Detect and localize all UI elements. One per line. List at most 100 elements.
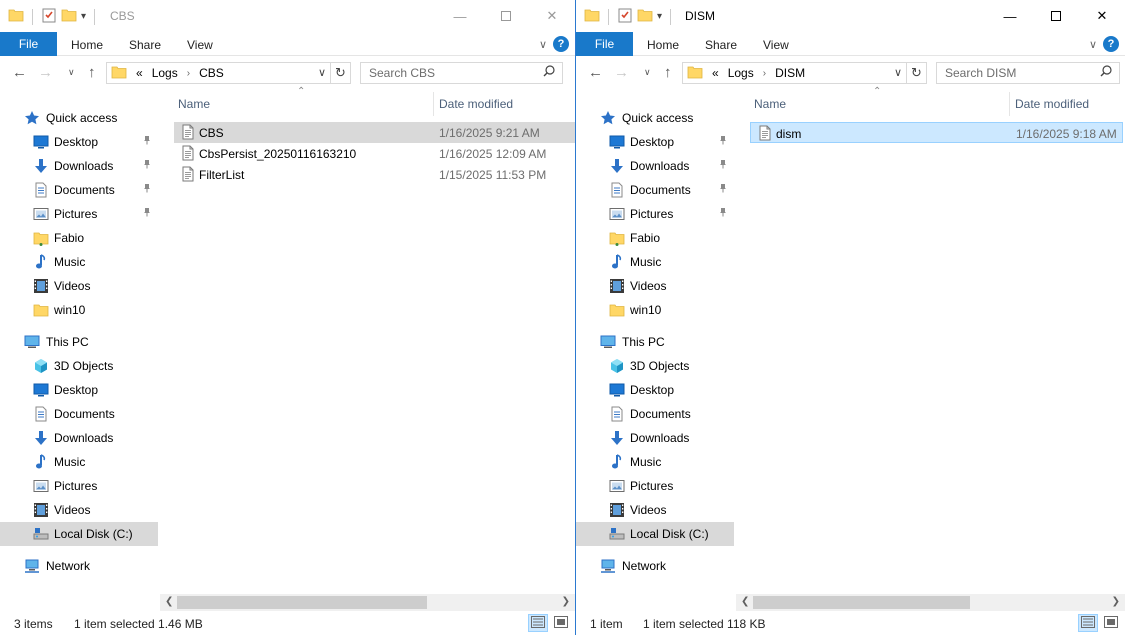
close-button[interactable]: ✕ <box>1079 0 1125 32</box>
address-bar[interactable]: « Logs › CBS ∨ <box>106 62 331 84</box>
tab-share[interactable]: Share <box>129 38 161 52</box>
nav-pc-item[interactable]: Downloads <box>576 426 734 450</box>
nav-quick-item[interactable]: win10 <box>576 298 734 322</box>
refresh-button[interactable]: ↻ <box>907 62 927 84</box>
nav-pc-item[interactable]: 3D Objects <box>0 354 158 378</box>
nav-quick-item[interactable]: Downloads <box>576 154 734 178</box>
file-row[interactable]: dism 1/16/2025 9:18 AM <box>750 122 1123 143</box>
refresh-button[interactable]: ↻ <box>331 62 351 84</box>
close-button[interactable]: ✕ <box>529 0 575 32</box>
nav-pc-item[interactable]: Pictures <box>576 474 734 498</box>
nav-this-pc[interactable]: This PC <box>576 330 734 354</box>
nav-pc-item[interactable]: Downloads <box>0 426 158 450</box>
scroll-right-icon[interactable]: ❯ <box>562 596 570 607</box>
nav-quick-item[interactable]: Fabio <box>576 226 734 250</box>
expand-ribbon-icon[interactable]: ∨ <box>539 38 547 51</box>
minimize-button[interactable]: — <box>437 0 483 32</box>
nav-pc-item[interactable]: Music <box>576 450 734 474</box>
customize-toolbar-icon[interactable]: ▾ <box>657 11 662 22</box>
nav-network[interactable]: Network <box>576 554 734 578</box>
maximize-button[interactable] <box>1033 0 1079 32</box>
nav-pc-item[interactable]: Videos <box>576 498 734 522</box>
address-dropdown-icon[interactable]: ∨ <box>894 66 902 79</box>
nav-quick-item[interactable]: Pictures <box>0 202 158 226</box>
nav-quick-item[interactable]: Videos <box>576 274 734 298</box>
tab-view[interactable]: View <box>187 38 213 52</box>
nav-quick-item[interactable]: Documents <box>576 178 734 202</box>
tab-home[interactable]: Home <box>647 38 679 52</box>
recent-locations-icon[interactable]: ∨ <box>68 67 75 78</box>
forward-arrow-icon[interactable]: → <box>614 64 629 81</box>
new-folder-icon[interactable] <box>61 7 77 26</box>
back-arrow-icon[interactable]: ← <box>12 64 27 81</box>
tab-file[interactable]: File <box>0 32 57 56</box>
large-icons-view-button[interactable] <box>1101 614 1121 632</box>
nav-pc-item[interactable]: 3D Objects <box>576 354 734 378</box>
scroll-thumb[interactable] <box>177 596 427 609</box>
details-view-button[interactable] <box>1078 614 1098 632</box>
properties-icon[interactable] <box>41 7 57 26</box>
scroll-left-icon[interactable]: ❮ <box>741 596 749 607</box>
breadcrumb-overflow[interactable]: « <box>136 66 143 80</box>
maximize-button[interactable] <box>483 0 529 32</box>
file-row[interactable]: FilterList 1/15/2025 11:53 PM <box>174 164 575 185</box>
nav-pc-item[interactable]: Videos <box>0 498 158 522</box>
search-icon[interactable] <box>1100 65 1112 80</box>
minimize-button[interactable]: — <box>987 0 1033 32</box>
column-divider[interactable] <box>433 92 434 116</box>
nav-pc-item[interactable]: Local Disk (C:) <box>576 522 734 546</box>
nav-quick-item[interactable]: Desktop <box>576 130 734 154</box>
search-input[interactable]: Search CBS <box>360 62 563 84</box>
breadcrumb-item[interactable]: Logs <box>728 66 754 80</box>
nav-pc-item[interactable]: Pictures <box>0 474 158 498</box>
help-icon[interactable]: ? <box>553 36 569 52</box>
column-divider[interactable] <box>1009 92 1010 116</box>
column-date-modified[interactable]: Date modified <box>1015 97 1089 111</box>
properties-icon[interactable] <box>617 7 633 26</box>
breadcrumb-item[interactable]: Logs <box>152 66 178 80</box>
details-view-button[interactable] <box>528 614 548 632</box>
nav-quick-access[interactable]: Quick access <box>576 106 734 130</box>
nav-network[interactable]: Network <box>0 554 158 578</box>
new-folder-icon[interactable] <box>637 7 653 26</box>
nav-pc-item[interactable]: Documents <box>576 402 734 426</box>
column-name[interactable]: Name <box>754 97 786 111</box>
address-bar[interactable]: « Logs › DISM ∨ <box>682 62 907 84</box>
customize-toolbar-icon[interactable]: ▾ <box>81 11 86 22</box>
search-icon[interactable] <box>543 65 555 80</box>
nav-pc-item[interactable]: Documents <box>0 402 158 426</box>
breadcrumb-overflow[interactable]: « <box>712 66 719 80</box>
file-row[interactable]: CbsPersist_20250116163210 1/16/2025 12:09… <box>174 143 575 164</box>
nav-quick-item[interactable]: Pictures <box>576 202 734 226</box>
expand-ribbon-icon[interactable]: ∨ <box>1089 38 1097 51</box>
horizontal-scrollbar[interactable]: ❮ ❯ <box>160 594 575 611</box>
nav-this-pc[interactable]: This PC <box>0 330 158 354</box>
search-input[interactable]: Search DISM <box>936 62 1120 84</box>
nav-pc-item[interactable]: Local Disk (C:) <box>0 522 158 546</box>
recent-locations-icon[interactable]: ∨ <box>644 67 651 78</box>
nav-quick-item[interactable]: Music <box>576 250 734 274</box>
scroll-left-icon[interactable]: ❮ <box>165 596 173 607</box>
nav-quick-item[interactable]: Desktop <box>0 130 158 154</box>
nav-quick-item[interactable]: Music <box>0 250 158 274</box>
nav-pc-item[interactable]: Desktop <box>0 378 158 402</box>
scroll-thumb[interactable] <box>753 596 970 609</box>
back-arrow-icon[interactable]: ← <box>588 64 603 81</box>
horizontal-scrollbar[interactable]: ❮ ❯ <box>736 594 1125 611</box>
up-arrow-icon[interactable]: ↑ <box>88 64 96 81</box>
nav-quick-item[interactable]: Videos <box>0 274 158 298</box>
large-icons-view-button[interactable] <box>551 614 571 632</box>
help-icon[interactable]: ? <box>1103 36 1119 52</box>
nav-quick-item[interactable]: win10 <box>0 298 158 322</box>
scroll-right-icon[interactable]: ❯ <box>1112 596 1120 607</box>
nav-quick-item[interactable]: Fabio <box>0 226 158 250</box>
tab-home[interactable]: Home <box>71 38 103 52</box>
tab-share[interactable]: Share <box>705 38 737 52</box>
tab-file[interactable]: File <box>576 32 633 56</box>
nav-quick-access[interactable]: Quick access <box>0 106 158 130</box>
up-arrow-icon[interactable]: ↑ <box>664 64 672 81</box>
tab-view[interactable]: View <box>763 38 789 52</box>
file-row[interactable]: CBS 1/16/2025 9:21 AM <box>174 122 575 143</box>
column-name[interactable]: Name <box>178 97 210 111</box>
breadcrumb-item[interactable]: CBS <box>199 66 224 80</box>
